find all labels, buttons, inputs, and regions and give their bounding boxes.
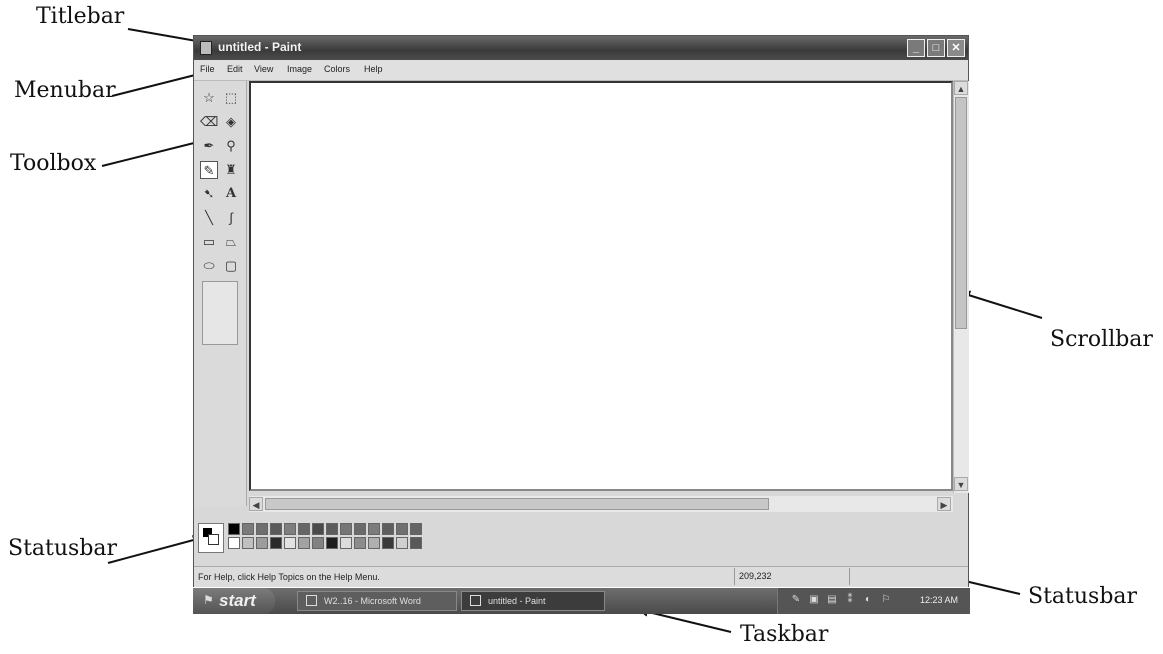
toolbox: ☆ ⬚ ⌫ ◈ ✒ ⚲ ✎ ♜ ➷ A ╲ ∫ ▭ ⏢ ⬭ ▢ [194,81,247,506]
color-swatch[interactable] [396,523,408,535]
close-button[interactable]: ✕ [947,39,965,57]
brush-tool[interactable]: ♜ [222,161,240,179]
minimize-button[interactable]: _ [907,39,925,57]
menu-image[interactable]: Image [287,64,312,74]
pen-icon[interactable]: ✎ [790,594,802,606]
taskbar: ⚑ start W2..16 - Microsoft Word untitled… [193,588,970,614]
scroll-up-arrow[interactable]: ▲ [954,81,968,95]
rectangle-tool[interactable]: ▭ [200,233,218,251]
horizontal-scrollbar[interactable]: ◀ ▶ [249,496,953,512]
paint-app-icon[interactable] [200,41,212,55]
tool-options-box[interactable] [202,281,238,345]
current-colors-box[interactable] [198,523,224,553]
color-swatch[interactable] [242,537,254,549]
color-swatch[interactable] [354,537,366,549]
speaker-icon[interactable]: ◐ [862,594,874,606]
status-coordinates: 209,232 [734,568,844,585]
polygon-tool[interactable]: ⏢ [222,233,240,251]
canvas-frame [249,81,953,491]
color-swatch[interactable] [410,523,422,535]
taskbar-button-word[interactable]: W2..16 - Microsoft Word [297,591,457,611]
statusbar: For Help, click Help Topics on the Help … [194,566,968,587]
color-swatch[interactable] [340,537,352,549]
monitor-icon[interactable]: ▤ [826,594,838,606]
fill-tool[interactable]: ◈ [222,113,240,131]
system-tray: ✎ ▣ ▤ ⁑ ◐ ⚐ 12:23 AM [777,588,970,614]
color-swatch[interactable] [382,537,394,549]
flag-icon[interactable]: ⚐ [880,594,892,606]
color-swatch[interactable] [284,523,296,535]
magnifier-tool[interactable]: ⚲ [222,137,240,155]
color-swatch[interactable] [326,537,338,549]
pick-color-tool[interactable]: ✒ [200,137,218,155]
color-swatch[interactable] [256,537,268,549]
color-swatch[interactable] [396,537,408,549]
text-tool[interactable]: A [222,185,240,203]
color-swatch[interactable] [242,523,254,535]
color-swatch[interactable] [298,537,310,549]
taskbar-button-paint[interactable]: untitled - Paint [461,591,605,611]
menu-help[interactable]: Help [364,64,383,74]
color-swatch[interactable] [228,537,240,549]
color-swatch[interactable] [326,523,338,535]
color-swatch[interactable] [410,537,422,549]
ellipse-tool[interactable]: ⬭ [200,257,218,275]
curve-tool[interactable]: ∫ [222,209,240,227]
window-title: untitled - Paint [218,40,302,54]
scroll-down-arrow[interactable]: ▼ [954,477,968,491]
color-swatch[interactable] [312,523,324,535]
vertical-scrollbar[interactable]: ▲ ▼ [953,81,969,493]
signal-icon[interactable]: ⁑ [844,594,856,606]
menubar: File Edit View Image Colors Help [194,60,968,81]
drawing-canvas[interactable] [251,83,951,489]
menu-view[interactable]: View [254,64,273,74]
titlebar[interactable]: untitled - Paint _ □ ✕ [194,36,968,60]
color-swatch[interactable] [368,523,380,535]
taskbar-button-label: untitled - Paint [488,596,546,606]
eraser-tool[interactable]: ⌫ [200,113,218,131]
color-swatch[interactable] [354,523,366,535]
rounded-rectangle-tool[interactable]: ▢ [222,257,240,275]
line-tool[interactable]: ╲ [200,209,218,227]
scroll-left-arrow[interactable]: ◀ [249,497,263,511]
color-swatch[interactable] [368,537,380,549]
taskbar-button-label: W2..16 - Microsoft Word [324,596,421,606]
color-swatch[interactable] [340,523,352,535]
taskbar-clock: 12:23 AM [920,595,959,605]
word-icon [306,595,317,606]
color-swatch[interactable] [284,537,296,549]
menu-file[interactable]: File [200,64,215,74]
horizontal-scroll-thumb[interactable] [265,498,769,510]
paint-window: untitled - Paint _ □ ✕ File Edit View Im… [193,35,969,587]
pencil-tool[interactable]: ✎ [200,161,218,179]
background-color [208,534,219,545]
color-swatch[interactable] [382,523,394,535]
color-palette [198,523,458,557]
status-size-field [849,568,960,585]
rectangle-select-tool[interactable]: ⬚ [222,89,240,107]
color-swatch[interactable] [228,523,240,535]
start-label: start [219,591,256,610]
status-help-text: For Help, click Help Topics on the Help … [198,572,380,582]
menu-edit[interactable]: Edit [227,64,243,74]
scroll-right-arrow[interactable]: ▶ [937,497,951,511]
arrow-scrollbar [960,290,1043,319]
start-button[interactable]: ⚑ start [193,588,275,614]
color-swatch[interactable] [312,537,324,549]
maximize-button[interactable]: □ [927,39,945,57]
vertical-scroll-thumb[interactable] [955,97,967,329]
airbrush-tool[interactable]: ➷ [200,185,218,203]
color-swatch[interactable] [298,523,310,535]
paint-icon [470,595,481,606]
arrow-statusbar-left [107,535,203,564]
free-form-select-tool[interactable]: ☆ [200,89,218,107]
color-swatch[interactable] [270,523,282,535]
network-icon[interactable]: ▣ [808,594,820,606]
arrow-toolbox [101,138,204,167]
windows-logo-icon: ⚑ [203,593,214,607]
color-swatch[interactable] [256,523,268,535]
color-swatch[interactable] [270,537,282,549]
menu-colors[interactable]: Colors [324,64,350,74]
